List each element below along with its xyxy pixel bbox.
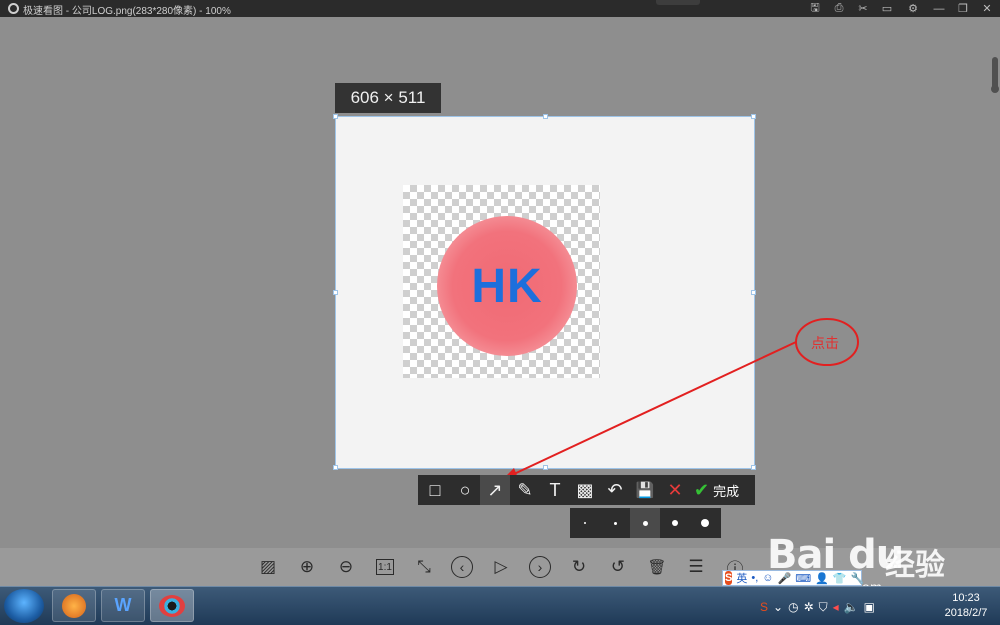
selection-size-label: 606 × 511 — [335, 83, 441, 113]
clock[interactable]: 10:23 2018/2/7 — [936, 591, 996, 621]
taskbar: W S ⌄ ◷ ✲ ⛉ ◂ 🔈 ▣ 10:23 2018/2/7 — [0, 586, 1000, 625]
zoom-out-icon[interactable]: ⊖ — [333, 555, 359, 579]
close-icon[interactable]: ✕ — [976, 0, 998, 17]
window-title: 极速看图 - 公司LOG.png(283*280像素) - 100% — [23, 6, 231, 17]
mosaic-tool-icon[interactable]: ▩ — [570, 475, 600, 505]
comment-icon[interactable]: ▭ — [876, 0, 898, 17]
stroke-size-2[interactable] — [600, 508, 630, 538]
minimize-icon[interactable]: — — [928, 0, 950, 17]
resize-handle-ne[interactable] — [751, 114, 756, 119]
zoom-in-icon[interactable]: ⊕ — [294, 555, 320, 579]
resize-handle-sw[interactable] — [333, 465, 338, 470]
bluetooth-icon[interactable]: ✲ — [804, 600, 814, 614]
logo-circle: HK — [437, 216, 577, 356]
shield-icon[interactable]: ⛉ — [819, 600, 828, 615]
microphone-icon[interactable]: 🎤 — [778, 572, 792, 585]
rotate-left-icon[interactable]: ↺ — [605, 555, 631, 579]
stroke-size-4[interactable] — [660, 508, 690, 538]
jingyan-brand: 经验 — [885, 549, 945, 582]
browser-icon — [62, 593, 86, 618]
ime-mode[interactable]: 英 — [736, 570, 747, 586]
user-icon[interactable]: 👤 — [815, 572, 829, 585]
stroke-size-1[interactable] — [570, 508, 600, 538]
clock-time: 10:23 — [952, 592, 980, 604]
tools-icon[interactable]: 🔧 — [851, 572, 865, 585]
title-bar: 极速看图 - 公司LOG.png(283*280像素) - 100% 🖫 ⎙ ✂… — [0, 0, 1000, 17]
delete-icon[interactable]: 🗑 — [644, 555, 670, 579]
tray-chevron-icon[interactable]: ⌄ — [773, 600, 783, 614]
ellipse-tool-icon[interactable]: ○ — [450, 475, 480, 505]
print-icon[interactable]: ⎙ — [828, 0, 850, 17]
cancel-icon[interactable]: ✕ — [660, 475, 690, 505]
punctuation-icon[interactable]: •, — [751, 572, 758, 584]
restore-icon[interactable]: ❐ — [952, 0, 974, 17]
taskbar-app-viewer[interactable] — [150, 589, 194, 622]
emoji-icon[interactable]: ☺ — [762, 572, 773, 584]
keyboard-icon[interactable]: ⌨ — [795, 572, 811, 585]
resize-handle-se[interactable] — [751, 465, 756, 470]
rectangle-tool-icon[interactable]: □ — [420, 475, 450, 505]
resize-handle-s[interactable] — [543, 465, 548, 470]
undo-icon[interactable]: ↶ — [600, 475, 630, 505]
taskbar-app-wps[interactable]: W — [101, 589, 145, 622]
resize-handle-e[interactable] — [751, 290, 756, 295]
system-tray: S ⌄ ◷ ✲ ⛉ ◂ 🔈 ▣ — [760, 595, 930, 619]
logo-text: HK — [471, 259, 543, 313]
capture-toolbar: □ ○ ↗ ✎ T ▩ ↶ 💾 ✕ ✔ 完成 — [418, 475, 755, 505]
arrow-tool-icon[interactable]: ↗ — [480, 475, 510, 505]
annotation-label: 点击 — [811, 335, 839, 351]
viewer-icon — [159, 594, 185, 617]
slideshow-icon[interactable]: ▷ — [488, 555, 514, 579]
check-icon: ✔ — [694, 479, 710, 500]
stroke-size-5[interactable] — [690, 508, 720, 538]
resize-handle-w[interactable] — [333, 290, 338, 295]
clock-date: 2018/2/7 — [944, 607, 988, 619]
flag-icon[interactable]: ◂ — [833, 600, 839, 614]
sogou-tray-icon[interactable]: S — [760, 600, 768, 614]
clock-tray-icon[interactable]: ◷ — [788, 600, 798, 614]
brush-tool-icon[interactable]: ✎ — [510, 475, 540, 505]
resize-handle-nw[interactable] — [333, 114, 338, 119]
network-icon[interactable]: ▣ — [864, 600, 875, 614]
ime-bar[interactable]: S 英 •, ☺ 🎤 ⌨ 👤 👕 🔧 — [722, 570, 865, 586]
ime-logo: S — [725, 571, 733, 585]
app-icon — [8, 3, 19, 14]
taskbar-app-browser[interactable] — [52, 589, 96, 622]
stroke-size-3[interactable] — [630, 508, 660, 538]
settings-icon[interactable]: ⚙ — [902, 0, 924, 17]
actual-size-icon[interactable]: 1:1 — [376, 559, 394, 575]
volume-icon[interactable]: 🔈 — [844, 600, 859, 614]
start-button[interactable] — [4, 589, 44, 623]
drag-tab[interactable] — [656, 0, 700, 5]
next-image-icon[interactable]: › — [527, 555, 553, 579]
save-icon[interactable]: 🖫 — [804, 0, 826, 17]
previous-image-icon[interactable]: ‹ — [449, 555, 475, 579]
rotate-right-icon[interactable]: ↻ — [566, 555, 592, 579]
text-tool-icon[interactable]: T — [540, 475, 570, 505]
cut-icon[interactable]: ✂ — [852, 0, 874, 17]
save-capture-icon[interactable]: 💾 — [630, 475, 660, 505]
menu-icon[interactable]: ☰ — [683, 555, 709, 579]
stroke-size-picker — [570, 508, 721, 538]
done-button[interactable]: ✔ 完成 — [690, 475, 745, 505]
resize-handle-n[interactable] — [543, 114, 548, 119]
done-label: 完成 — [713, 483, 740, 499]
zoom-slider[interactable] — [991, 57, 999, 93]
zoom-slider-knob[interactable] — [991, 85, 999, 93]
fit-window-icon[interactable]: ⤡ — [411, 555, 437, 579]
image-icon[interactable]: ▨ — [255, 555, 281, 579]
skin-icon[interactable]: 👕 — [833, 572, 847, 585]
